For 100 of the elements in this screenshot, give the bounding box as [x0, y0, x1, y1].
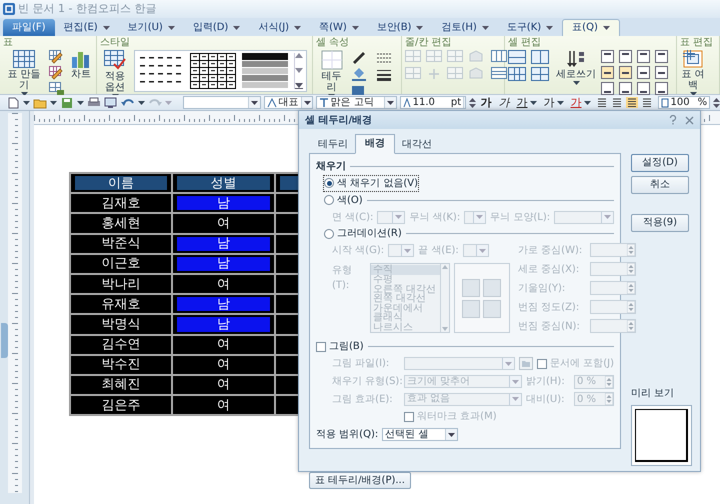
cell-grid-icon[interactable]: [508, 67, 526, 81]
caret-icon: [102, 26, 110, 30]
insert-cell-icon[interactable]: [426, 67, 442, 81]
save-icon[interactable]: [60, 96, 74, 108]
cell-align-icon[interactable]: [655, 50, 668, 63]
ribbon-button[interactable]: 표 여백: [680, 50, 706, 96]
line-color-icon[interactable]: [351, 84, 367, 98]
scope-dropdown[interactable]: 선택된 셀: [382, 428, 458, 442]
help-icon[interactable]: [669, 115, 677, 125]
align-justify-icon[interactable]: [640, 97, 653, 108]
pen-icon[interactable]: [351, 50, 367, 64]
color-dropdown[interactable]: [464, 210, 486, 224]
ribbon-button[interactable]: 표 만들기: [3, 50, 45, 96]
menu-tab[interactable]: 도구(K): [498, 19, 562, 36]
print-icon[interactable]: [87, 96, 101, 108]
format-button[interactable]: 가: [478, 97, 494, 108]
cell-align-icon[interactable]: [619, 66, 632, 79]
format-button[interactable]: 가: [542, 97, 566, 108]
font-field[interactable]: 맑은 고딕: [316, 96, 397, 109]
dialog-tab[interactable]: 배경: [355, 134, 395, 154]
table-border-button[interactable]: 표 테두리/배경(P)...: [309, 472, 411, 489]
zoom-field[interactable]: 100 %: [658, 96, 710, 109]
spin-field[interactable]: [590, 243, 636, 258]
undo-icon[interactable]: [121, 96, 135, 108]
color-dropdown[interactable]: [377, 210, 406, 224]
radio-option[interactable]: 색 채우기 없음(V): [324, 176, 418, 191]
menu-tab[interactable]: 편집(E): [54, 19, 119, 36]
table-options-icon[interactable]: [49, 82, 65, 96]
dialog-button[interactable]: 적용(9): [631, 214, 689, 232]
table-cell: 김수연: [70, 334, 172, 355]
field-label: 무늬 모양(L):: [490, 210, 550, 225]
split-cells-icon[interactable]: [531, 50, 549, 64]
scroll-up-icon[interactable]: [440, 264, 449, 270]
split-column-icon[interactable]: [491, 67, 507, 81]
preview-icon[interactable]: [104, 96, 118, 108]
caret-icon: [476, 215, 484, 220]
spin-arrows-icon[interactable]: [713, 96, 720, 108]
spin-field[interactable]: [590, 262, 636, 276]
cell-align-icon[interactable]: [601, 66, 614, 79]
menu-tab[interactable]: 입력(D): [184, 19, 250, 36]
table-style-preview[interactable]: [190, 53, 236, 89]
radio-option[interactable]: 색(O): [324, 192, 363, 208]
dialog-tab[interactable]: 테두리: [311, 137, 355, 153]
color-dropdown[interactable]: [554, 210, 614, 224]
table-pen-icon[interactable]: [49, 66, 65, 80]
ribbon-button[interactable]: 세로쓰기: [555, 50, 597, 85]
color-dropdown[interactable]: [462, 244, 489, 258]
ribbon-button[interactable]: 테두리: [316, 50, 347, 98]
format-button[interactable]: 가: [496, 97, 512, 108]
table-pen-icon[interactable]: [49, 50, 65, 64]
align-center-icon[interactable]: [626, 97, 638, 108]
format-button[interactable]: 가: [568, 97, 593, 108]
cell-align-icon[interactable]: [655, 66, 668, 79]
split-row-icon[interactable]: [491, 50, 507, 64]
spin-arrows-icon[interactable]: [468, 96, 476, 108]
font-size-field[interactable]: 11.0 pt: [400, 96, 466, 109]
table-style-preview[interactable]: [242, 53, 288, 89]
menu-tab[interactable]: 서식(J): [249, 19, 310, 36]
merge-cells-icon[interactable]: [508, 50, 526, 64]
checkbox-option[interactable]: 그림(B): [316, 339, 364, 354]
cell-align-icon[interactable]: [601, 82, 614, 95]
scroll-down-icon[interactable]: [295, 68, 303, 73]
cell-align-icon[interactable]: [637, 82, 650, 95]
format-button[interactable]: 가: [514, 97, 539, 108]
align-left-icon[interactable]: [596, 97, 608, 108]
ribbon-button[interactable]: 차트: [69, 50, 93, 80]
menu-tab[interactable]: 보기(U): [118, 19, 184, 36]
radio-option[interactable]: 그러데이션(R): [324, 226, 402, 242]
dialog-button[interactable]: 설정(D): [631, 154, 689, 172]
spin-field[interactable]: [590, 319, 636, 334]
cell-align-icon[interactable]: [637, 66, 650, 79]
menu-tab[interactable]: 검토(H): [432, 19, 498, 36]
dialog-button[interactable]: 취소: [631, 176, 689, 194]
document-field[interactable]: [183, 96, 261, 109]
side-panel-handle[interactable]: [1, 323, 8, 358]
color-dropdown[interactable]: [388, 244, 414, 258]
menu-tab[interactable]: 쪽(W): [310, 19, 368, 36]
file-menu-button[interactable]: 파일(F): [3, 19, 55, 36]
cell-align-icon[interactable]: [619, 50, 632, 63]
style-field[interactable]: 대표: [264, 96, 313, 109]
size-icon: [402, 98, 411, 108]
menu-tab[interactable]: 보안(B): [368, 19, 432, 36]
cell-align-icon[interactable]: [601, 50, 614, 63]
app-icon: [3, 3, 15, 15]
spin-field[interactable]: [590, 300, 636, 314]
table-header-cell: 이름: [70, 173, 172, 194]
cell-grid-icon[interactable]: [531, 67, 549, 81]
line-weight-icon[interactable]: [376, 67, 392, 81]
align-right-icon[interactable]: [610, 97, 623, 108]
menu-tab[interactable]: 표(Q): [562, 19, 620, 36]
cell-align-icon[interactable]: [619, 82, 632, 95]
spin-field[interactable]: [590, 281, 636, 296]
cell-align-icon[interactable]: [637, 50, 650, 63]
dialog-tab[interactable]: 대각선: [395, 137, 439, 153]
close-icon[interactable]: [685, 116, 694, 124]
scroll-down-icon[interactable]: [440, 327, 449, 332]
scroll-up-icon[interactable]: [295, 53, 303, 58]
expand-icon[interactable]: [295, 83, 303, 89]
cell-align-icon[interactable]: [655, 82, 668, 95]
fill-icon[interactable]: [351, 67, 367, 81]
